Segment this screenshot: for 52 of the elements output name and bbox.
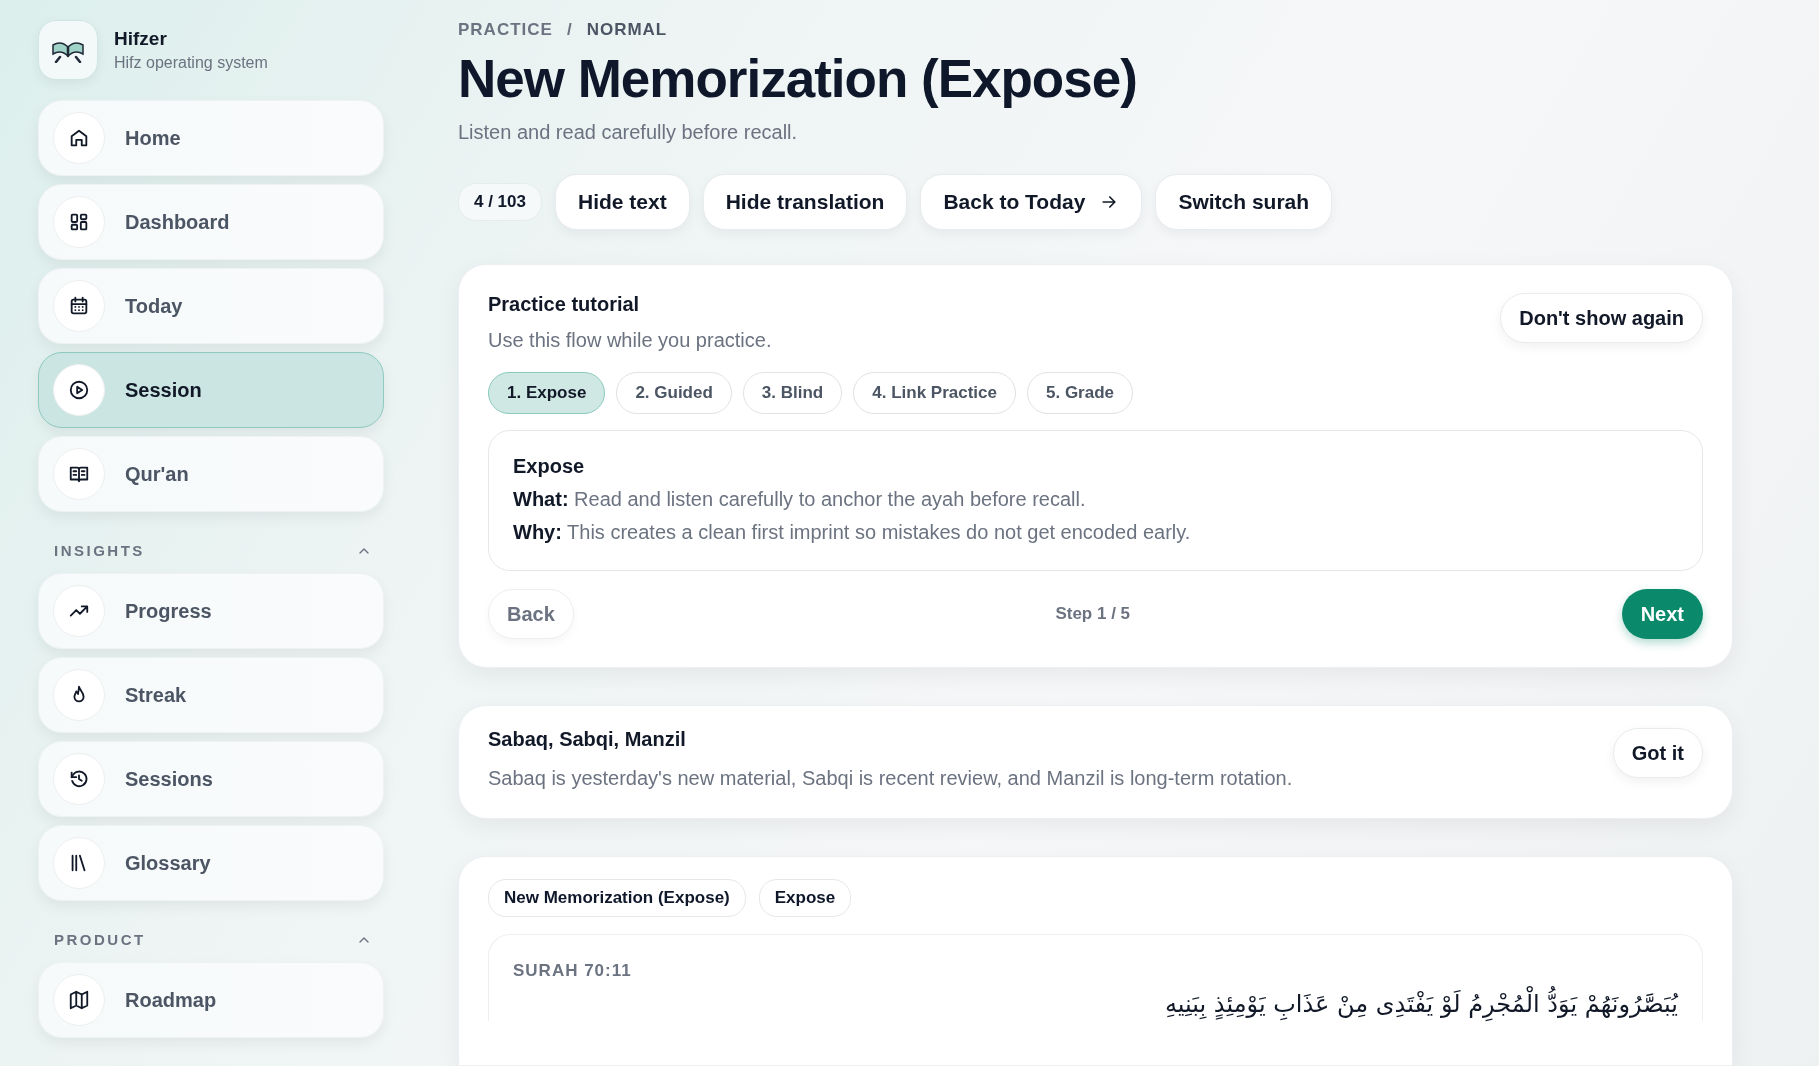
- step-tab[interactable]: 2. Guided: [616, 372, 732, 414]
- play-icon: [68, 379, 90, 401]
- nav-item[interactable]: Home: [38, 100, 384, 176]
- nav-item[interactable]: Glossary: [38, 825, 384, 901]
- nav-item[interactable]: Dashboard: [38, 184, 384, 260]
- back-button[interactable]: Back: [488, 589, 574, 639]
- history-icon: [68, 768, 90, 790]
- nav-item[interactable]: Session: [38, 352, 384, 428]
- calendar-icon: [68, 295, 90, 317]
- toolbar-button[interactable]: Switch surah: [1155, 174, 1333, 230]
- nav-item[interactable]: Progress: [38, 573, 384, 649]
- house-icon: [68, 127, 90, 149]
- step-tab[interactable]: 1. Expose: [488, 372, 606, 414]
- breadcrumb-separator: /: [566, 20, 573, 40]
- nav-item[interactable]: Streak: [38, 657, 384, 733]
- dismiss-button[interactable]: Don't show again: [1500, 293, 1703, 343]
- mode-tag: Expose: [758, 879, 852, 917]
- nav-item[interactable]: Qur'an: [38, 436, 384, 512]
- section-title: PRODUCT: [54, 931, 146, 948]
- nav-item[interactable]: Today: [38, 268, 384, 344]
- breadcrumb-item[interactable]: NORMAL: [586, 20, 668, 40]
- section-title: INSIGHTS: [54, 542, 145, 559]
- nav-item[interactable]: Roadmap: [38, 962, 384, 1038]
- toolbar-button[interactable]: Hide text: [555, 174, 690, 230]
- step-tab[interactable]: 3. Blind: [742, 372, 843, 414]
- detail-heading: Expose: [513, 455, 586, 478]
- card-subtitle: Use this flow while you practice.: [488, 329, 772, 352]
- ayah-counter: 4 / 103: [458, 183, 542, 221]
- page-title: New Memorization (Expose): [458, 48, 1138, 109]
- step-tab[interactable]: 5. Grade: [1027, 372, 1134, 414]
- back-to-today-button[interactable]: Back to Today: [920, 174, 1143, 230]
- surah-reference: SURAH 70:11: [513, 961, 633, 981]
- app-tagline: Hifz operating system: [114, 54, 268, 72]
- grid-icon: [68, 211, 90, 233]
- map-icon: [68, 989, 90, 1011]
- next-button[interactable]: Next: [1621, 589, 1703, 639]
- card-title: Practice tutorial: [488, 293, 641, 316]
- card-title: Sabaq, Sabqi, Manzil: [488, 728, 687, 751]
- detail-text: What: Read and listen carefully to anchor the ayah before recall.: [513, 488, 1087, 511]
- app-name: Hifzer: [114, 28, 168, 50]
- logo-icon: [38, 20, 98, 80]
- page-subtitle: Listen and read carefully before recall.: [458, 121, 799, 144]
- step-counter: Step 1 / 5: [1055, 604, 1131, 624]
- nav-item[interactable]: Sessions: [38, 741, 384, 817]
- ayah-text: يُبَصَّرُونَهُمْ يَوَدُّ الْمُجْرِمُ لَوْ يَفْتَدِى مِنْ عَذَابِ يَوْمِئِذٍ بِبَنِيهِ: [513, 987, 1678, 1021]
- breadcrumb-item[interactable]: PRACTICE: [458, 20, 553, 40]
- got-it-button[interactable]: Got it: [1612, 728, 1703, 778]
- detail-text: Why: This creates a clean first imprint so mistakes do not get encoded early.: [513, 521, 1192, 544]
- toolbar-button[interactable]: Hide translation: [702, 174, 908, 230]
- card-text: Sabaq is yesterday's new material, Sabqi is recent review, and Manzil is long-term rotation.: [488, 767, 1293, 790]
- mode-tag: New Memorization (Expose): [488, 879, 746, 917]
- step-tab[interactable]: 4. Link Practice: [853, 372, 1016, 414]
